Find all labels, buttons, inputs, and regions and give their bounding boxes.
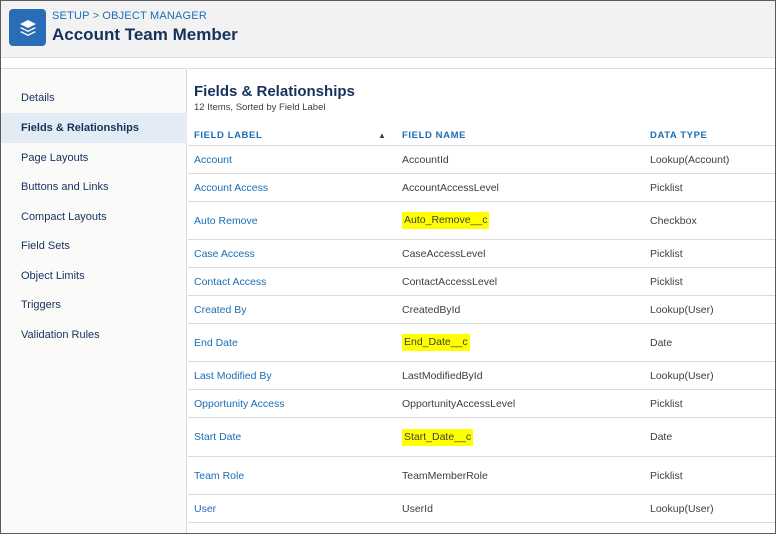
sidebar-item-label: Field Sets bbox=[21, 240, 70, 252]
data-type-cell: Picklist bbox=[650, 247, 683, 260]
field-label-link[interactable]: Account bbox=[194, 146, 232, 173]
table-row: Team Role TeamMemberRole Picklist bbox=[188, 457, 775, 495]
field-label-link[interactable]: Last Modified By bbox=[194, 362, 272, 389]
table-row: Last Modified By LastModifiedById Lookup(U… bbox=[188, 362, 775, 390]
page-title: Account Team Member bbox=[52, 25, 238, 44]
field-label-link[interactable]: User bbox=[194, 495, 216, 522]
table-row: User UserId Lookup(User) bbox=[188, 495, 775, 523]
main-content: Fields & Relationships 12 Items, Sorted … bbox=[188, 68, 775, 533]
column-header-field-label[interactable]: FIELD LABEL bbox=[194, 130, 262, 141]
breadcrumb: SETUP > OBJECT MANAGER bbox=[52, 10, 207, 22]
field-name-cell: AccountAccessLevel bbox=[402, 174, 499, 201]
sidebar-item-object-limits[interactable]: Object Limits bbox=[1, 261, 187, 291]
field-name-cell: End_Date__c bbox=[402, 324, 470, 361]
column-header-data-type[interactable]: DATA TYPE bbox=[650, 130, 707, 141]
data-type-cell: Date bbox=[650, 431, 673, 443]
sidebar: Details Fields & Relationships Page Layout… bbox=[1, 68, 187, 533]
data-type-cell: Picklist bbox=[650, 397, 683, 410]
sidebar-item-compact-layouts[interactable]: Compact Layouts bbox=[1, 202, 187, 232]
data-type-cell: Picklist bbox=[650, 469, 683, 482]
data-type-cell: Lookup(Account) bbox=[650, 153, 730, 166]
table-row: Opportunity Access OpportunityAccessLevel… bbox=[188, 390, 775, 418]
sort-ascending-icon[interactable]: ▲ bbox=[378, 131, 386, 140]
sidebar-item-label: Details bbox=[21, 92, 55, 104]
breadcrumb-separator: > bbox=[92, 10, 100, 22]
sidebar-item-fields-relationships[interactable]: Fields & Relationships bbox=[1, 113, 187, 143]
field-name-cell: CreatedById bbox=[402, 296, 460, 323]
field-label-link[interactable]: Auto Remove bbox=[194, 202, 258, 239]
field-name-cell: UserId bbox=[402, 495, 433, 522]
table-row: Case Access CaseAccessLevel Picklist bbox=[188, 240, 775, 268]
data-type-cell: Picklist bbox=[650, 275, 683, 288]
field-name-text: AccountId bbox=[402, 153, 449, 166]
field-label-link[interactable]: Case Access bbox=[194, 240, 255, 267]
sidebar-item-page-layouts[interactable]: Page Layouts bbox=[1, 143, 187, 173]
layers-icon bbox=[9, 9, 46, 46]
field-name-text: OpportunityAccessLevel bbox=[402, 397, 516, 410]
table-row: End Date End_Date__c Date bbox=[188, 324, 775, 362]
field-name-cell: LastModifiedById bbox=[402, 362, 483, 389]
field-name-cell: TeamMemberRole bbox=[402, 457, 488, 494]
breadcrumb-object-manager[interactable]: OBJECT MANAGER bbox=[102, 10, 207, 22]
data-type-cell: Lookup(User) bbox=[650, 369, 714, 382]
data-type-cell: Lookup(User) bbox=[650, 502, 714, 515]
field-name-text: CaseAccessLevel bbox=[402, 247, 486, 260]
field-label-link[interactable]: Opportunity Access bbox=[194, 390, 284, 417]
field-name-cell: CaseAccessLevel bbox=[402, 240, 485, 267]
section-title: Fields & Relationships bbox=[194, 83, 355, 100]
sidebar-item-label: Page Layouts bbox=[21, 152, 89, 164]
sidebar-item-label: Buttons and Links bbox=[21, 181, 109, 193]
field-label-link[interactable]: Start Date bbox=[194, 418, 241, 456]
sidebar-item-label: Object Limits bbox=[21, 270, 85, 282]
data-type-cell: Checkbox bbox=[650, 214, 697, 227]
highlighted-field-name: Auto_Remove__c bbox=[402, 212, 490, 229]
sidebar-item-label: Validation Rules bbox=[21, 329, 100, 341]
sidebar-item-triggers[interactable]: Triggers bbox=[1, 290, 187, 320]
sidebar-item-label: Fields & Relationships bbox=[21, 122, 139, 134]
highlighted-field-name: End_Date__c bbox=[402, 334, 470, 351]
data-type-cell: Picklist bbox=[650, 181, 683, 194]
table-row: Account AccountId Lookup(Account) bbox=[188, 146, 775, 174]
field-label-link[interactable]: Team Role bbox=[194, 457, 244, 494]
field-name-cell: OpportunityAccessLevel bbox=[402, 390, 515, 417]
header-gap bbox=[1, 58, 775, 68]
field-label-link[interactable]: Contact Access bbox=[194, 268, 266, 295]
sidebar-item-details[interactable]: Details bbox=[1, 83, 187, 113]
sidebar-item-field-sets[interactable]: Field Sets bbox=[1, 231, 187, 261]
breadcrumb-setup[interactable]: SETUP bbox=[52, 10, 90, 22]
table-row: Start Date Start_Date__c Date bbox=[188, 418, 775, 457]
data-type-cell: Lookup(User) bbox=[650, 303, 714, 316]
table-row: Created By CreatedById Lookup(User) bbox=[188, 296, 775, 324]
sidebar-item-buttons-links[interactable]: Buttons and Links bbox=[1, 172, 187, 202]
app-window: SETUP > OBJECT MANAGER Account Team Member… bbox=[0, 0, 776, 534]
table-row: Account Access AccountAccessLevel Picklist bbox=[188, 174, 775, 202]
column-header-field-name[interactable]: FIELD NAME bbox=[402, 130, 466, 141]
field-name-text: ContactAccessLevel bbox=[402, 275, 498, 288]
field-name-text: LastModifiedById bbox=[402, 369, 483, 382]
sidebar-item-label: Compact Layouts bbox=[21, 211, 107, 223]
highlighted-field-name: Start_Date__c bbox=[402, 428, 474, 446]
section-subtitle: 12 Items, Sorted by Field Label bbox=[194, 102, 326, 113]
sidebar-item-validation-rules[interactable]: Validation Rules bbox=[1, 320, 187, 350]
field-name-text: CreatedById bbox=[402, 303, 461, 316]
page-header: SETUP > OBJECT MANAGER Account Team Member bbox=[1, 1, 775, 58]
field-label-link[interactable]: Account Access bbox=[194, 174, 268, 201]
field-name-cell: Start_Date__c bbox=[402, 418, 474, 456]
field-name-text: AccountAccessLevel bbox=[402, 181, 499, 194]
field-name-cell: AccountId bbox=[402, 146, 449, 173]
field-label-link[interactable]: Created By bbox=[194, 296, 247, 323]
data-type-cell: Date bbox=[650, 336, 673, 349]
field-name-text: UserId bbox=[402, 502, 433, 515]
field-name-cell: ContactAccessLevel bbox=[402, 268, 497, 295]
table-row: Contact Access ContactAccessLevel Picklist bbox=[188, 268, 775, 296]
table-row: Auto Remove Auto_Remove__c Checkbox bbox=[188, 202, 775, 240]
field-name-text: TeamMemberRole bbox=[402, 469, 488, 482]
field-label-link[interactable]: End Date bbox=[194, 324, 238, 361]
sidebar-item-label: Triggers bbox=[21, 299, 61, 311]
field-name-cell: Auto_Remove__c bbox=[402, 202, 490, 239]
